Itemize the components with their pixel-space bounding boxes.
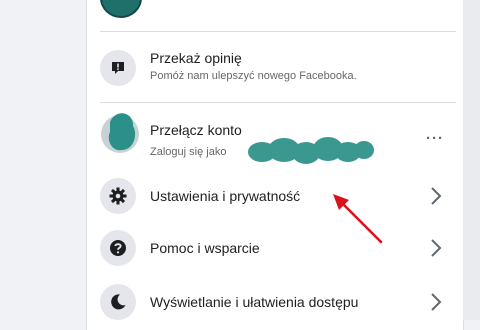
menu-item-feedback[interactable]: Przekaż opinię Pomóż nam ulepszyć nowego… (100, 46, 456, 90)
gear-icon (100, 178, 136, 214)
menu-item-switch-account[interactable]: Przełącz konto Zaloguj się jako ··· (100, 113, 456, 166)
page-background-strip (463, 0, 480, 320)
menu-item-display[interactable]: Wyświetlanie i ułatwienia dostępu (100, 284, 456, 324)
chevron-right-icon (431, 239, 442, 257)
question-icon (100, 230, 136, 266)
feedback-description: Pomóż nam ulepszyć nowego Facebooka. (150, 70, 357, 82)
menu-divider (100, 102, 456, 103)
moon-icon (100, 284, 136, 320)
redaction-scribble (248, 137, 374, 164)
annotation-arrow (333, 194, 383, 244)
help-label: Pomoc i wsparcie (150, 240, 260, 256)
menu-item-help[interactable]: Pomoc i wsparcie (100, 230, 456, 270)
switch-account-label: Przełącz konto (150, 122, 242, 138)
chevron-right-icon (431, 293, 442, 311)
menu-item-settings[interactable]: Ustawienia i prywatność (100, 178, 456, 218)
chevron-right-icon (431, 187, 442, 205)
feedback-icon (100, 50, 136, 86)
menu-divider (100, 31, 456, 32)
switch-account-description: Zaloguj się jako (150, 146, 227, 158)
account-avatar (101, 113, 139, 153)
more-options-button[interactable]: ··· (426, 130, 444, 147)
feedback-label: Przekaż opinię (150, 50, 242, 66)
settings-label: Ustawienia i prywatność (150, 188, 301, 204)
display-label: Wyświetlanie i ułatwienia dostępu (150, 294, 359, 310)
